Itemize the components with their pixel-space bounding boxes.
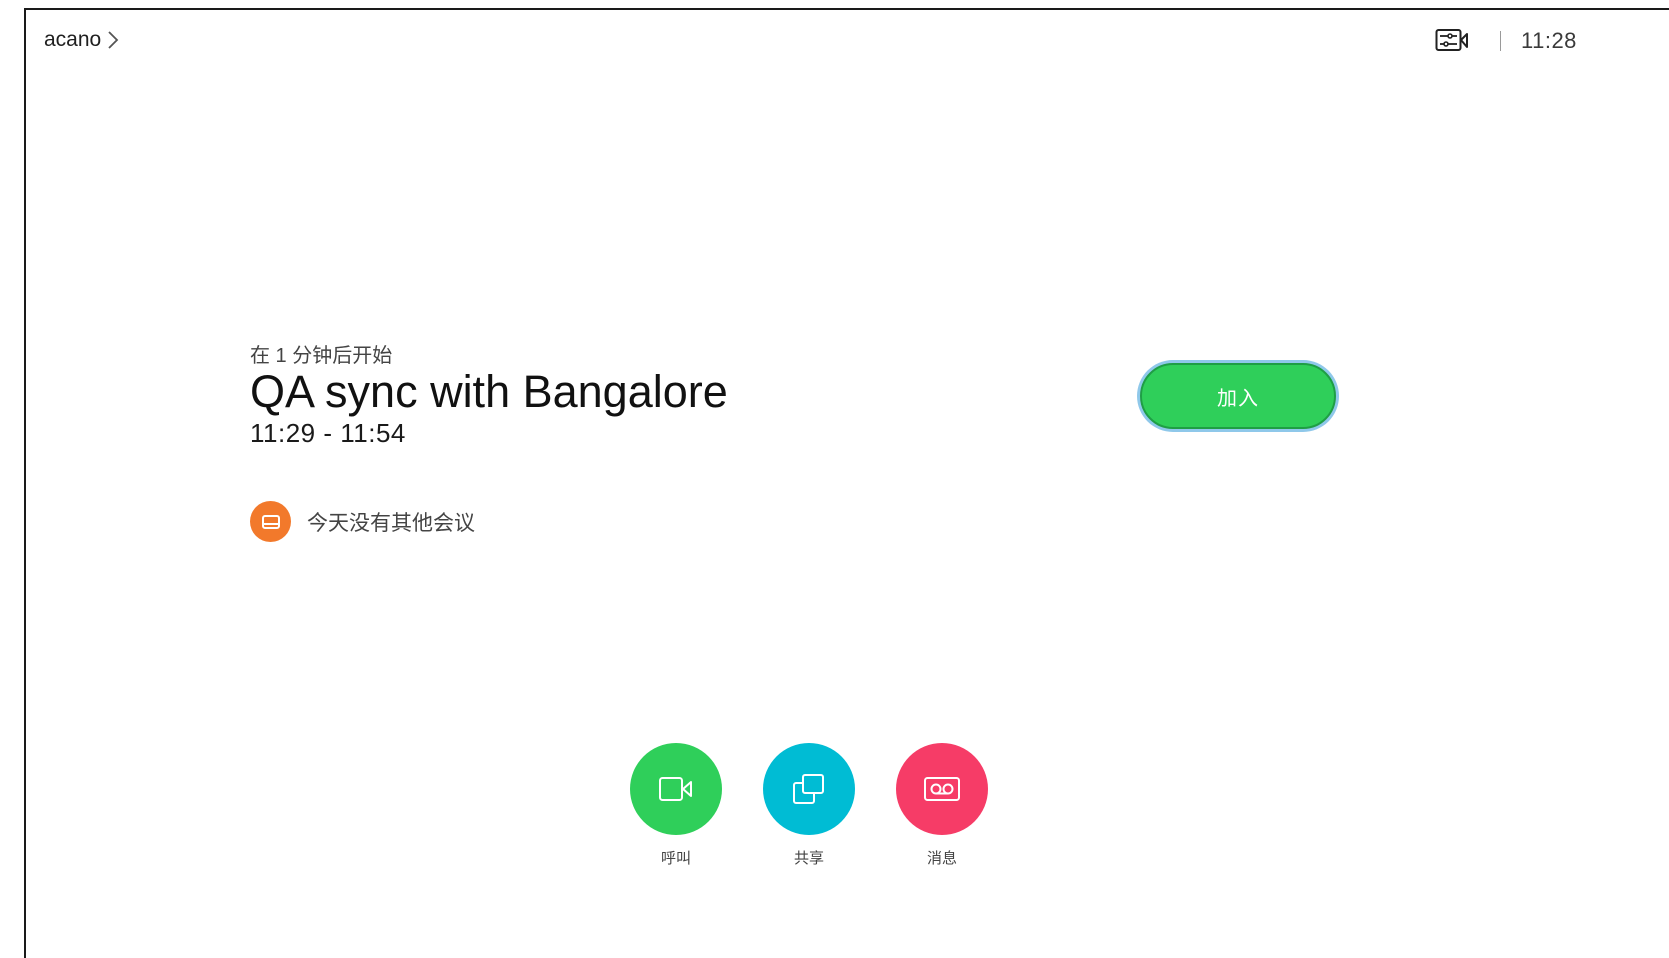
messages-label: 消息 bbox=[926, 850, 957, 867]
calendar-icon bbox=[261, 514, 280, 529]
camera-settings-icon bbox=[1435, 29, 1468, 51]
calendar-badge bbox=[250, 501, 291, 542]
action-bar: 呼叫 共享 消息 bbox=[630, 743, 988, 868]
share-button-circle[interactable] bbox=[763, 743, 855, 835]
divider bbox=[1500, 31, 1501, 51]
meeting-starts-in: 在 1 分钟后开始 bbox=[250, 345, 393, 367]
messages-button[interactable]: 消息 bbox=[896, 743, 988, 868]
no-other-meetings-text: 今天没有其他会议 bbox=[307, 511, 475, 535]
messages-button-circle[interactable] bbox=[896, 743, 988, 835]
status-area: 11:28 bbox=[1434, 24, 1577, 58]
chevron-right-icon bbox=[108, 31, 119, 49]
meeting-time-range: 11:29 - 11:54 bbox=[250, 418, 406, 448]
touch-panel-screen: acano 11:28 在 1 分钟后开始 QA sync with Banga… bbox=[24, 8, 1669, 958]
share-screen-icon bbox=[793, 774, 824, 804]
no-other-meetings-note: 今天没有其他会议 bbox=[250, 501, 475, 542]
video-camera-icon bbox=[659, 777, 692, 801]
camera-settings-button[interactable] bbox=[1434, 27, 1470, 55]
meeting-title: QA sync with Bangalore bbox=[250, 366, 728, 417]
voicemail-icon bbox=[924, 777, 960, 801]
device-name-menu[interactable]: acano bbox=[44, 28, 119, 52]
call-label: 呼叫 bbox=[660, 850, 691, 867]
upcoming-meeting: 在 1 分钟后开始 QA sync with Bangalore 11:29 -… bbox=[250, 344, 728, 448]
device-name: acano bbox=[44, 28, 102, 51]
share-button[interactable]: 共享 bbox=[763, 743, 855, 868]
call-button-circle[interactable] bbox=[630, 743, 722, 835]
call-button[interactable]: 呼叫 bbox=[630, 743, 722, 868]
share-label: 共享 bbox=[793, 850, 824, 867]
join-button[interactable]: 加入 bbox=[1140, 363, 1336, 429]
clock: 11:28 bbox=[1521, 28, 1577, 53]
